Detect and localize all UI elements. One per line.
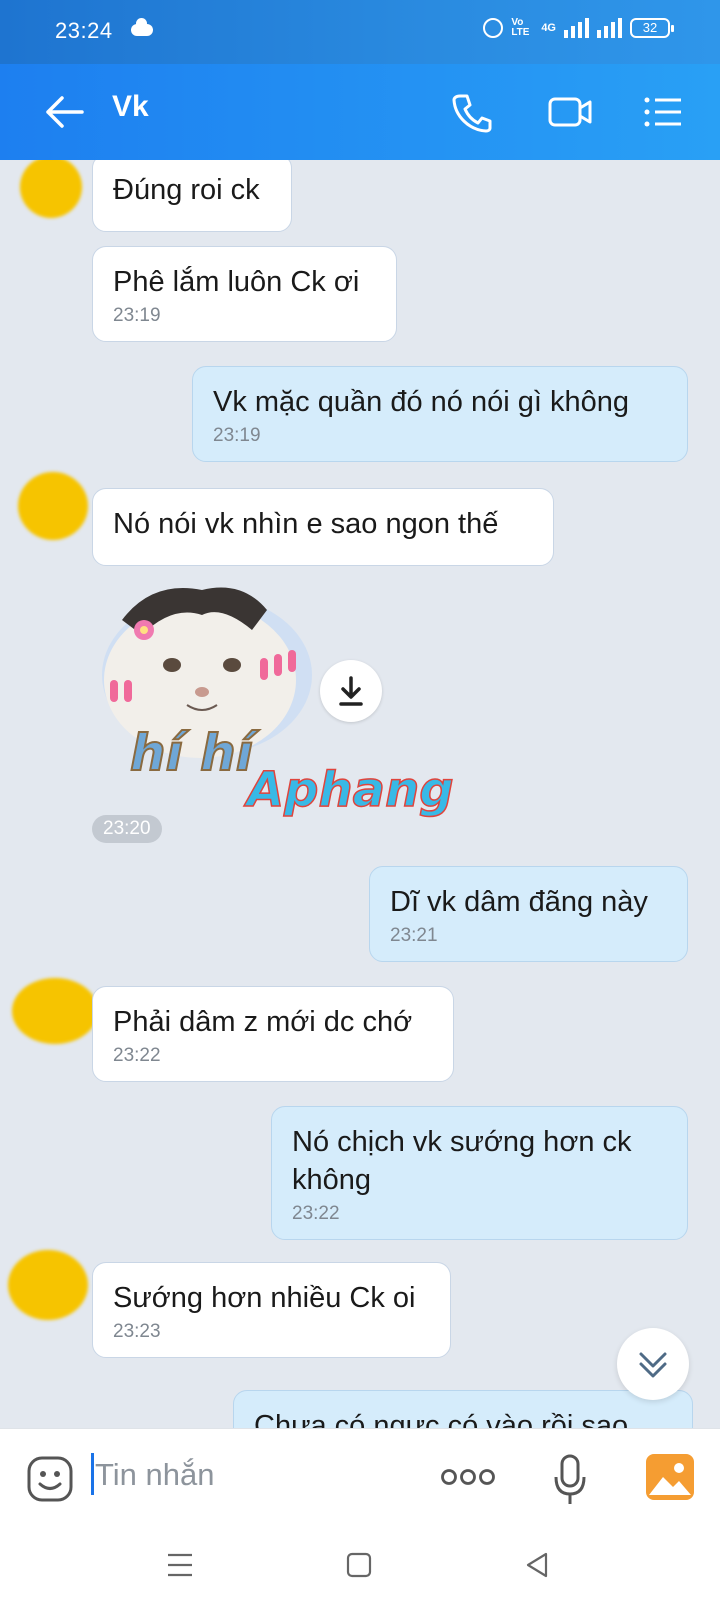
- alarm-icon: [483, 18, 504, 38]
- message-text: Sướng hơn nhiều Ck oi: [113, 1282, 416, 1314]
- battery-icon: 32: [630, 18, 674, 38]
- contact-name[interactable]: Vk: [112, 90, 149, 124]
- message-time: 23:19: [113, 305, 161, 326]
- message-text-line-2: không: [292, 1164, 372, 1196]
- volte-label: Vo LTE: [511, 17, 530, 38]
- sticker-emoji-icon[interactable]: [26, 1455, 74, 1503]
- sticker-caption: hí hí: [130, 724, 260, 782]
- signal-icon: [564, 18, 589, 38]
- contact-avatar[interactable]: [8, 1250, 88, 1320]
- signal-icon-2: [597, 18, 622, 38]
- message-list[interactable]: Đúng roi ck Phê lắm luôn Ck ơi 23:19 Vk …: [0, 160, 720, 1428]
- chat-header: Vk: [0, 64, 720, 160]
- message-composer: Tin nhắn: [0, 1428, 720, 1530]
- phone-icon[interactable]: [450, 90, 494, 134]
- message-text: Chưa có ngực có vào rồi sao: [254, 1410, 629, 1428]
- message-text: Vk mặc quần đó nó nói gì không: [213, 386, 629, 418]
- double-chevron-down-icon: [639, 1352, 667, 1378]
- message-time: 23:20: [92, 815, 162, 843]
- message-bubble-outgoing[interactable]: Dĩ vk dâm đãng này 23:21: [369, 866, 688, 962]
- system-nav-bar: [0, 1530, 720, 1612]
- message-bubble-incoming[interactable]: Đúng roi ck: [92, 160, 292, 232]
- message-bubble-incoming[interactable]: Sướng hơn nhiều Ck oi 23:23: [92, 1262, 451, 1358]
- menu-nav-icon[interactable]: [166, 1552, 194, 1578]
- video-call-icon[interactable]: [547, 90, 593, 134]
- message-time: 23:22: [113, 1045, 161, 1066]
- status-bar: 23:24 Vo LTE 4G 32: [0, 0, 720, 64]
- status-time: 23:24: [55, 18, 113, 43]
- network-label: 4G: [541, 22, 556, 34]
- menu-list-icon[interactable]: [643, 90, 685, 134]
- message-time: 23:19: [213, 425, 261, 446]
- message-time: 23:23: [113, 1321, 161, 1342]
- microphone-icon[interactable]: [552, 1453, 588, 1507]
- message-text: Đúng roi ck: [113, 174, 260, 206]
- message-bubble-outgoing[interactable]: Vk mặc quần đó nó nói gì không 23:19: [192, 366, 688, 462]
- home-nav-icon[interactable]: [346, 1552, 372, 1578]
- contact-avatar[interactable]: [18, 472, 88, 540]
- image-gallery-icon[interactable]: [645, 1453, 695, 1501]
- message-text: Nó nói vk nhìn e sao ngon thế: [113, 508, 499, 540]
- message-text-line-1: Nó chịch vk sướng hơn ck: [292, 1126, 632, 1158]
- message-bubble-incoming[interactable]: Nó nói vk nhìn e sao ngon thế: [92, 488, 554, 566]
- contact-avatar[interactable]: [20, 160, 82, 218]
- cloud-icon: [131, 18, 153, 36]
- message-text: Dĩ vk dâm đãng này: [390, 886, 648, 918]
- message-text: Phê lắm luôn Ck ơi: [113, 266, 360, 298]
- download-button[interactable]: [320, 660, 382, 722]
- cat-sticker-image[interactable]: hí hí Aphang: [92, 580, 472, 840]
- text-caret: [91, 1453, 94, 1495]
- download-icon: [339, 676, 363, 706]
- sticker-watermark: Aphang: [243, 762, 454, 818]
- back-nav-icon[interactable]: [524, 1552, 550, 1578]
- more-options-icon[interactable]: [440, 1467, 496, 1487]
- message-bubble-incoming[interactable]: Phải dâm z mới dc chớ 23:22: [92, 986, 454, 1082]
- message-text: Phải dâm z mới dc chớ: [113, 1006, 413, 1038]
- contact-avatar[interactable]: [12, 978, 98, 1044]
- scroll-to-bottom-button[interactable]: [617, 1328, 689, 1400]
- message-bubble-outgoing[interactable]: Nó chịch vk sướng hơn ck không 23:22: [271, 1106, 688, 1240]
- back-arrow-icon[interactable]: [42, 92, 86, 132]
- message-bubble-incoming[interactable]: Phê lắm luôn Ck ơi 23:19: [92, 246, 397, 342]
- message-time: 23:22: [292, 1203, 340, 1224]
- message-input[interactable]: Tin nhắn: [95, 1457, 215, 1493]
- message-time: 23:21: [390, 925, 438, 946]
